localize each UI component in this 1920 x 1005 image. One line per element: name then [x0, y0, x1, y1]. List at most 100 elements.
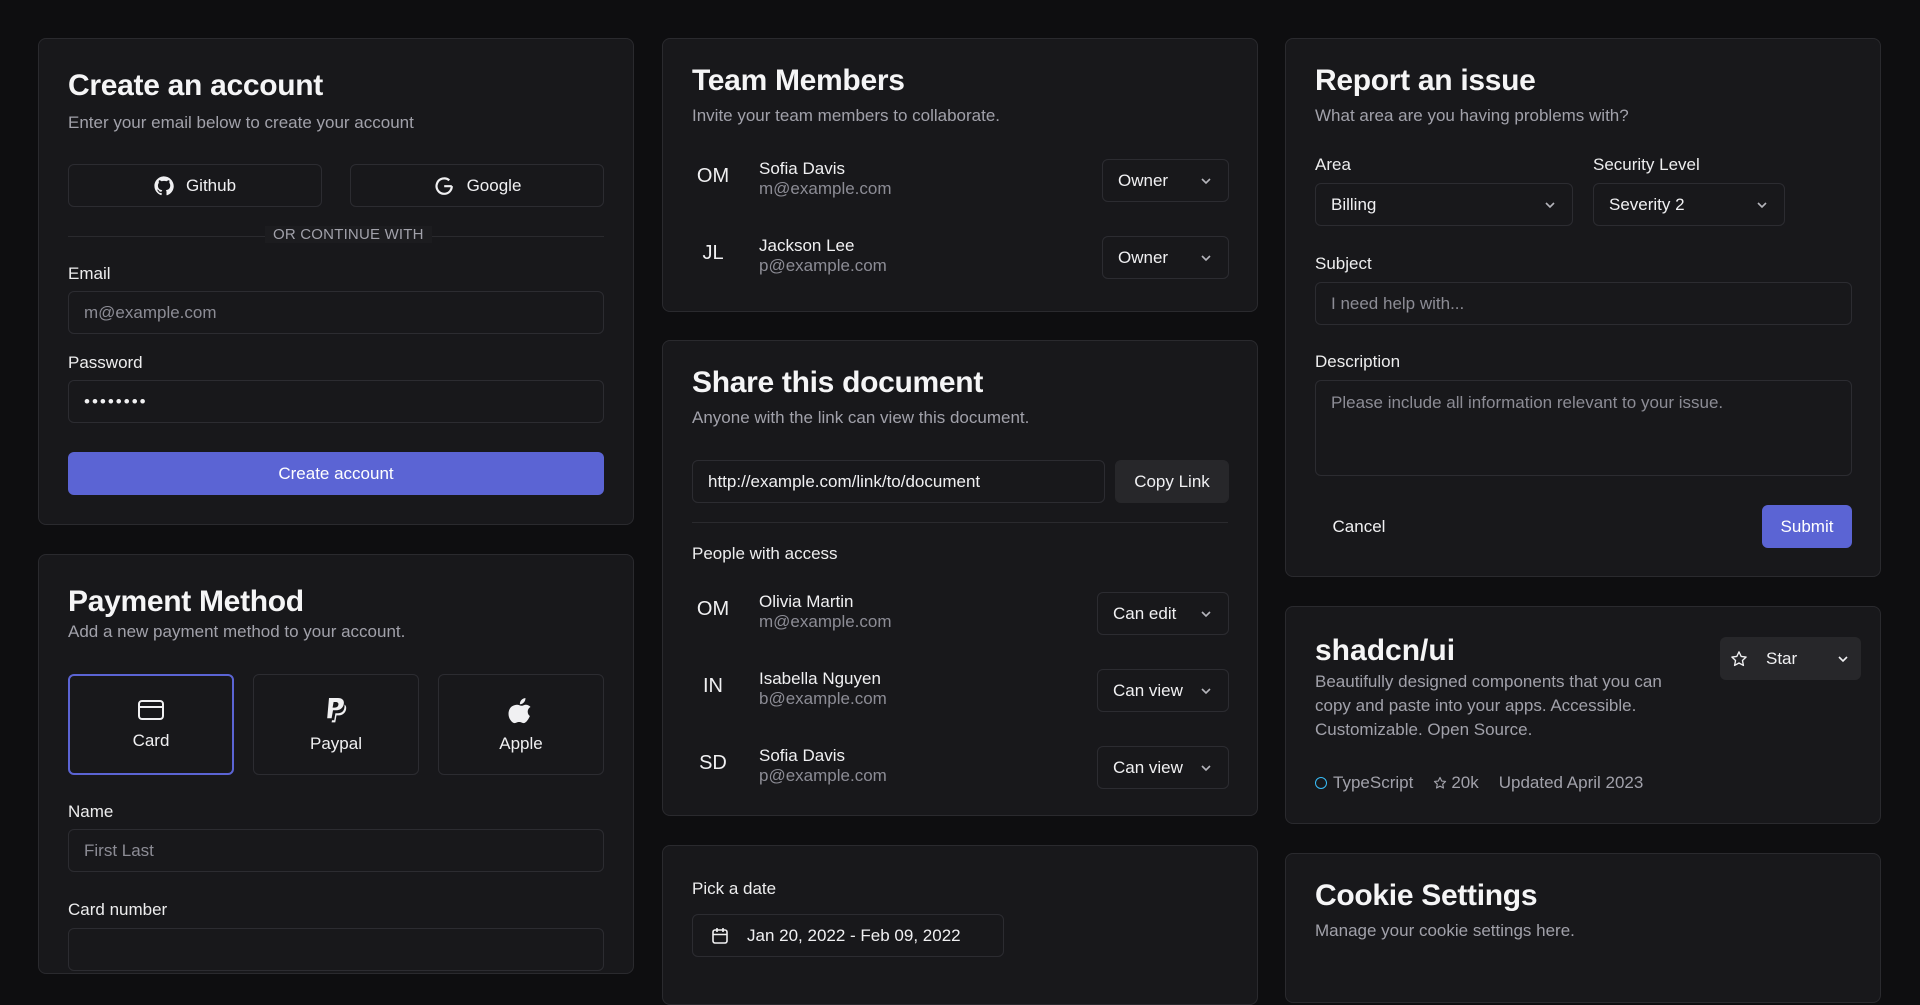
area-select[interactable]: Billing [1315, 183, 1573, 226]
chevron-down-icon [1543, 198, 1557, 212]
card-number-label: Card number [68, 900, 168, 919]
pick-date-label: Pick a date [692, 879, 777, 898]
apple-icon [508, 696, 534, 724]
language-dot-icon [1315, 777, 1327, 789]
github-icon [154, 175, 174, 196]
repo-name: shadcn/ui [1315, 634, 1456, 667]
date-picker-card: Pick a date Jan 20, 2022 - Feb 09, 2022 [662, 845, 1258, 1005]
share-title: Share this document [692, 366, 984, 399]
payment-method-card: Payment Method Add a new payment method … [38, 554, 634, 974]
subject-input[interactable]: I need help with... [1315, 282, 1852, 325]
payment-title: Payment Method [68, 585, 304, 618]
calendar-icon [711, 927, 729, 945]
name-label: Name [68, 802, 114, 821]
star-dropdown-button[interactable] [1825, 637, 1861, 680]
repo-language: TypeScript [1333, 773, 1414, 792]
star-label: Star [1766, 648, 1798, 668]
password-label: Password [68, 353, 143, 372]
avatar: JL [702, 242, 724, 264]
area-value: Billing [1331, 194, 1377, 214]
credit-card-icon [137, 699, 165, 721]
repo-description: Beautifully designed components that you… [1315, 672, 1662, 739]
email-input[interactable]: m@example.com [68, 291, 604, 334]
person-name: Olivia Martin [759, 592, 854, 611]
role-select[interactable]: Owner [1102, 236, 1229, 279]
access-value: Can view [1113, 757, 1183, 777]
security-level-select[interactable]: Severity 2 [1593, 183, 1785, 226]
subject-label: Subject [1315, 254, 1372, 273]
report-title: Report an issue [1315, 64, 1536, 97]
create-account-subtitle: Enter your email below to create your ac… [68, 113, 414, 132]
avatar: SD [699, 752, 727, 774]
access-row: IN Isabella Nguyen b@example.com Can vie… [693, 663, 1229, 719]
repo-meta: TypeScript 20k Updated April 2023 [1315, 773, 1643, 793]
avatar: OM [696, 165, 730, 187]
date-range-value: Jan 20, 2022 - Feb 09, 2022 [747, 925, 961, 945]
card-number-input[interactable] [68, 928, 604, 971]
chevron-down-icon [1199, 684, 1213, 698]
star-button-group: Star [1720, 637, 1861, 680]
repo-card: shadcn/ui Beautifully designed component… [1285, 606, 1881, 824]
star-count-icon [1433, 776, 1447, 790]
cancel-button[interactable]: Cancel [1315, 505, 1403, 548]
avatar: IN [703, 675, 723, 697]
role-select[interactable]: Owner [1102, 159, 1229, 202]
payment-option-label: Paypal [310, 733, 362, 753]
date-range-button[interactable]: Jan 20, 2022 - Feb 09, 2022 [692, 914, 1004, 957]
google-label: Google [466, 175, 522, 195]
create-account-button[interactable]: Create account [68, 452, 604, 495]
or-continue-with-text: OR CONTINUE WITH [265, 226, 432, 243]
cookie-title: Cookie Settings [1315, 879, 1538, 912]
team-member-row: JL Jackson Lee p@example.com Owner [693, 230, 1229, 286]
access-value: Can view [1113, 680, 1183, 700]
person-email: p@example.com [759, 766, 887, 785]
chevron-down-icon [1199, 174, 1213, 188]
copy-link-button[interactable]: Copy Link [1115, 460, 1229, 503]
share-link-input[interactable]: http://example.com/link/to/document [692, 460, 1105, 503]
chevron-down-icon [1836, 652, 1850, 666]
access-select[interactable]: Can view [1097, 746, 1229, 789]
cookie-settings-card: Cookie Settings Manage your cookie setti… [1285, 853, 1881, 1003]
submit-button[interactable]: Submit [1762, 505, 1852, 548]
repo-updated: Updated April 2023 [1498, 773, 1644, 792]
google-button[interactable]: Google [350, 164, 604, 207]
create-account-title: Create an account [68, 69, 323, 102]
payment-subtitle: Add a new payment method to your account… [68, 622, 406, 641]
payment-option-label: Card [132, 730, 170, 750]
share-subtitle: Anyone with the link can view this docum… [692, 408, 1030, 427]
payment-option-apple[interactable]: Apple [438, 674, 604, 775]
chevron-down-icon [1755, 198, 1769, 212]
member-email: p@example.com [759, 256, 887, 275]
report-subtitle: What area are you having problems with? [1315, 106, 1629, 125]
security-level-value: Severity 2 [1609, 194, 1685, 214]
github-button[interactable]: Github [68, 164, 322, 207]
security-level-label: Security Level [1593, 155, 1700, 174]
payment-option-card[interactable]: Card [68, 674, 234, 775]
github-label: Github [185, 175, 237, 195]
email-label: Email [68, 264, 111, 283]
repo-star-count: 20k [1451, 773, 1479, 792]
star-icon [1730, 650, 1748, 668]
person-name: Isabella Nguyen [759, 669, 881, 688]
role-value: Owner [1118, 170, 1169, 190]
person-name: Sofia Davis [759, 746, 845, 765]
access-select[interactable]: Can edit [1097, 592, 1229, 635]
payment-option-paypal[interactable]: Paypal [253, 674, 419, 775]
star-button[interactable]: Star [1720, 637, 1825, 680]
chevron-down-icon [1199, 251, 1213, 265]
member-email: m@example.com [759, 179, 892, 198]
share-divider [692, 522, 1228, 523]
share-document-card: Share this document Anyone with the link… [662, 340, 1258, 816]
password-input[interactable]: •••••••• [68, 380, 604, 423]
description-textarea[interactable]: Please include all information relevant … [1315, 380, 1852, 476]
description-label: Description [1315, 352, 1401, 371]
access-select[interactable]: Can view [1097, 669, 1229, 712]
access-row: OM Olivia Martin m@example.com Can edit [693, 586, 1229, 642]
paypal-icon [323, 696, 349, 724]
member-name: Jackson Lee [759, 236, 855, 255]
team-member-row: OM Sofia Davis m@example.com Owner [693, 153, 1229, 209]
create-account-card: Create an account Enter your email below… [38, 38, 634, 525]
name-input[interactable]: First Last [68, 829, 604, 872]
team-members-card: Team Members Invite your team members to… [662, 38, 1258, 312]
chevron-down-icon [1199, 607, 1213, 621]
